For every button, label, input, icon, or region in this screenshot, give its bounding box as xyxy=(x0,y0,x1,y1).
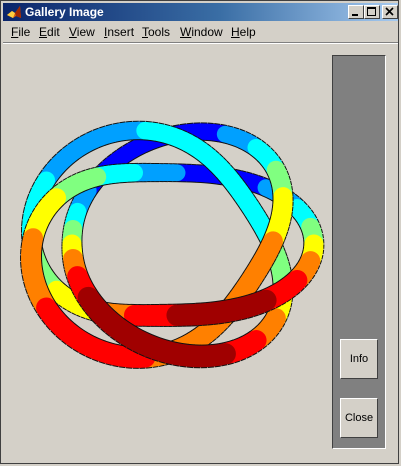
minimize-button[interactable] xyxy=(348,5,364,19)
minimize-icon xyxy=(352,14,358,16)
menu-edit[interactable]: Edit xyxy=(39,25,60,39)
menu-bar: File Edit View Insert Tools Window Help xyxy=(3,22,398,42)
maximize-button[interactable] xyxy=(364,5,380,19)
maximize-icon xyxy=(367,7,376,16)
window-title: Gallery Image xyxy=(25,5,104,19)
figure-client-area: Info Close xyxy=(3,44,398,463)
close-window-button[interactable] xyxy=(382,5,398,19)
button-panel: Info Close xyxy=(332,55,386,449)
gallery-window: Gallery Image File Edit View Insert Tools Win… xyxy=(0,0,399,464)
tube-surface xyxy=(20,120,325,369)
info-button[interactable]: Info xyxy=(340,339,378,379)
menu-tools[interactable]: Tools xyxy=(142,25,170,39)
close-icon xyxy=(385,7,394,16)
torus-knot-plot[interactable] xyxy=(3,44,328,463)
matlab-logo-icon xyxy=(7,6,21,18)
close-button[interactable]: Close xyxy=(340,398,378,438)
title-bar[interactable]: Gallery Image xyxy=(3,3,398,21)
menu-help[interactable]: Help xyxy=(231,25,256,39)
menu-insert[interactable]: Insert xyxy=(104,25,134,39)
menu-view[interactable]: View xyxy=(69,25,95,39)
menu-window[interactable]: Window xyxy=(180,25,223,39)
menu-file[interactable]: File xyxy=(11,25,30,39)
